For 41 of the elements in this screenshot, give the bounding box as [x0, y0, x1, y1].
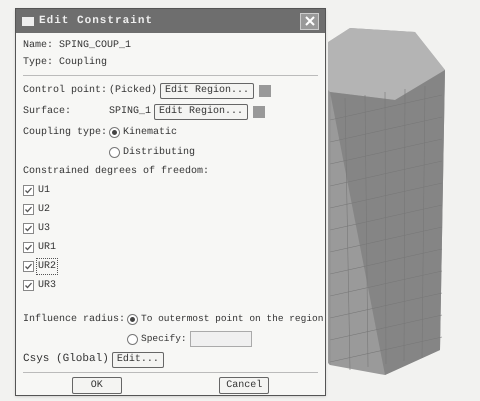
color-swatch — [253, 106, 266, 118]
radio-button[interactable] — [109, 126, 120, 138]
radio-label: Kinematic — [123, 126, 178, 140]
type-text: Type: Coupling — [23, 56, 108, 70]
radio-label: To outermost point on the region — [141, 312, 324, 326]
checkbox-label: UR3 — [37, 279, 58, 293]
radio-label: Specify: — [141, 332, 187, 346]
window-icon — [22, 16, 34, 26]
dialog-button[interactable]: OK — [72, 377, 122, 394]
radio-button[interactable] — [127, 314, 138, 324]
checkbox-label: U3 — [37, 222, 52, 236]
edit-region-button[interactable]: Edit Region... — [160, 82, 254, 98]
field-label: Control point: — [23, 84, 108, 98]
checkbox[interactable] — [23, 280, 34, 291]
checkbox[interactable] — [23, 261, 34, 272]
field-label: Coupling type: — [23, 126, 108, 140]
window-title: Edit Constraint — [39, 14, 154, 29]
checkbox[interactable] — [23, 185, 34, 196]
field-value: (Picked) — [109, 84, 158, 98]
checkbox-label: UR2 — [37, 259, 58, 274]
radio-button[interactable] — [127, 334, 138, 344]
checkbox-label: U2 — [37, 203, 52, 217]
radio-button[interactable] — [109, 146, 120, 158]
name-text: Name: SPING_COUP_1 — [23, 39, 132, 53]
close-icon — [304, 16, 314, 26]
section-label: Constrained degrees of freedom: — [23, 164, 210, 179]
edit-region-button[interactable]: Edit Region... — [154, 104, 248, 120]
dialog-button[interactable]: Cancel — [219, 377, 270, 394]
checkbox[interactable] — [23, 223, 34, 234]
checkbox[interactable] — [23, 242, 34, 253]
field-label: Influence radius: — [23, 312, 126, 326]
checkbox[interactable] — [23, 204, 34, 215]
checkbox-label: U1 — [37, 184, 52, 198]
color-swatch — [259, 84, 272, 96]
close-button[interactable] — [300, 12, 319, 30]
field-value: SPING_1 — [109, 105, 152, 119]
field-label: Surface: — [23, 104, 72, 119]
checkbox-label: UR1 — [37, 241, 58, 255]
field-label: Csys (Global) — [23, 352, 109, 368]
edit-button[interactable]: Edit... — [112, 352, 164, 368]
radio-label: Distributing — [123, 146, 196, 160]
